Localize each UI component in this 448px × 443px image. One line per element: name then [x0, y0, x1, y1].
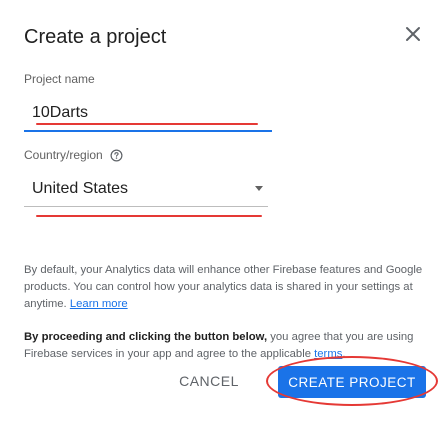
learn-more-link[interactable]: Learn more	[70, 298, 128, 310]
dialog-title: Create a project	[24, 26, 167, 48]
create-project-button[interactable]: CREATE PROJECT	[278, 366, 426, 398]
analytics-notice: By default, your Analytics data will enh…	[24, 262, 424, 313]
annotation-underline-project	[36, 123, 258, 125]
project-name-field-wrap	[24, 94, 272, 134]
cancel-button[interactable]: CANCEL	[164, 363, 254, 399]
close-icon[interactable]	[403, 24, 423, 44]
terms-notice: By proceeding and clicking the button be…	[24, 329, 424, 363]
help-circle-icon[interactable]	[110, 149, 123, 162]
country-region-select[interactable]: United States	[24, 172, 268, 207]
dropdown-arrow-icon	[255, 186, 263, 191]
project-name-label: Project name	[24, 72, 95, 86]
terms-notice-bold: By proceeding and clicking the button be…	[24, 331, 268, 343]
country-select-underline	[24, 206, 268, 207]
project-name-input[interactable]	[24, 102, 272, 124]
annotation-underline-country	[36, 215, 262, 217]
create-project-dialog: Create a project Project name Country/re…	[0, 0, 448, 443]
country-region-label: Country/region	[24, 148, 103, 162]
country-region-value: United States	[32, 180, 129, 197]
terms-link[interactable]: terms	[314, 348, 342, 360]
terms-notice-end: .	[342, 348, 346, 360]
project-name-focus-underline	[24, 130, 272, 132]
country-region-label-row: Country/region	[24, 148, 123, 162]
